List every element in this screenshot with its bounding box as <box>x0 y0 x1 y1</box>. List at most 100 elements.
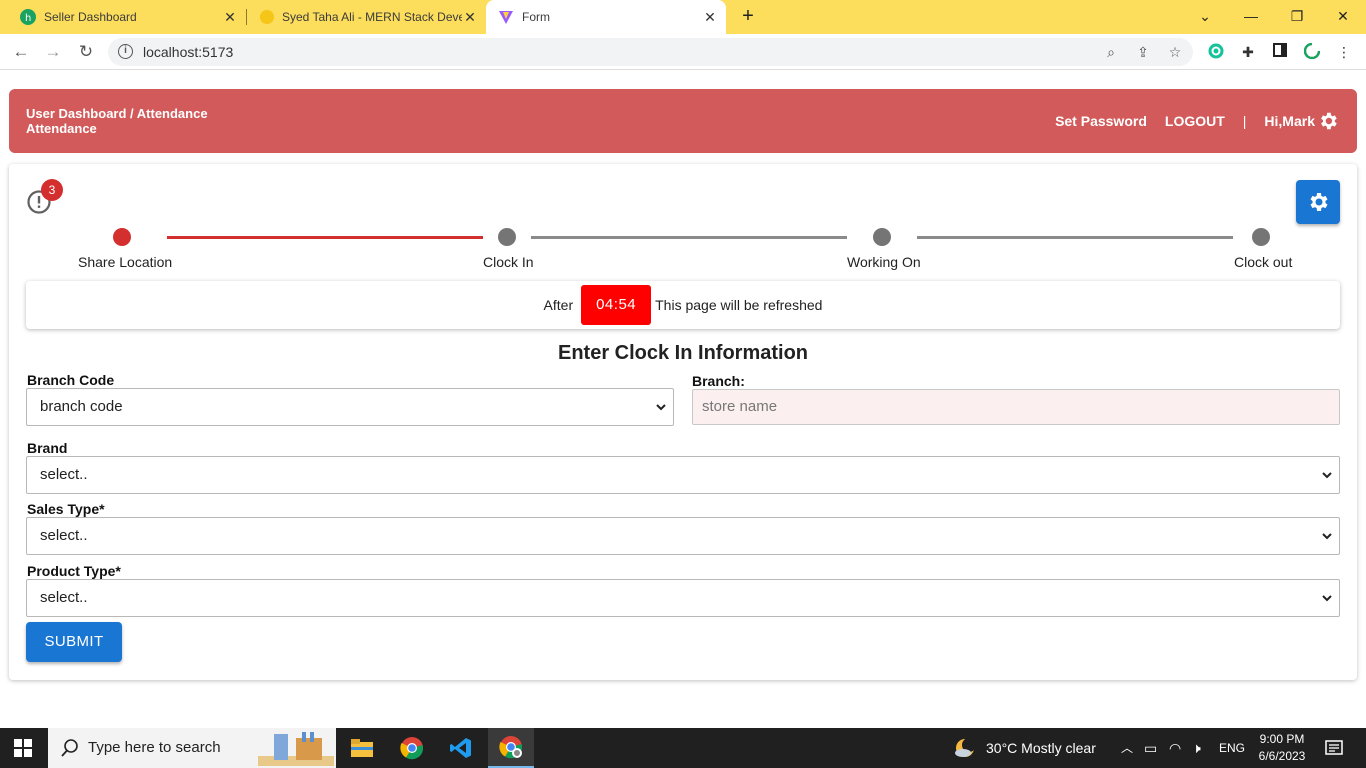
show-hidden-icons-icon[interactable]: ︿ <box>1121 728 1133 768</box>
product-type-select[interactable]: select.. <box>26 579 1340 617</box>
refresh-suffix: This page will be refreshed <box>655 297 823 313</box>
tab-title: Form <box>522 10 550 24</box>
taskbar-search-box[interactable]: Type here to search <box>48 728 336 768</box>
step-label: Share Location <box>78 254 173 270</box>
branch-name-placeholder: store name <box>702 398 778 415</box>
browser-toolbar: ← → ↻ i localhost:5173 ⌕ ⇪ ☆ ✚ ⋮ <box>0 34 1366 70</box>
windows-start-icon[interactable] <box>14 739 32 757</box>
header-actions: Set Password LOGOUT | Hi,Mark <box>1037 110 1339 132</box>
tab-mern-profile[interactable]: Syed Taha Ali - MERN Stack Deve ✕ <box>240 0 486 34</box>
step-dot-share-location <box>113 228 131 246</box>
brand-label: Brand <box>27 440 68 456</box>
clock-time: 9:00 PM <box>1259 732 1305 746</box>
mern-favicon-icon <box>260 10 274 24</box>
minimize-window-button[interactable]: — <box>1239 4 1263 28</box>
chevron-down-icon <box>1322 472 1332 479</box>
notification-badge: 3 <box>41 179 63 201</box>
url-text: localhost:5173 <box>143 44 234 60</box>
app-header: User Dashboard / Attendance Attendance S… <box>9 89 1357 153</box>
chevron-down-icon <box>1322 533 1332 540</box>
tab-search-icon[interactable]: ⌄ <box>1193 4 1217 28</box>
header-divider: | <box>1242 113 1247 129</box>
file-explorer-icon[interactable] <box>339 728 385 768</box>
gear-icon <box>1310 193 1328 211</box>
gear-icon[interactable] <box>1317 110 1339 132</box>
product-type-value: select.. <box>40 589 88 606</box>
refresh-notice: After 04:54 This page will be refreshed <box>26 281 1340 329</box>
share-icon[interactable]: ⇪ <box>1134 43 1152 61</box>
search-placeholder: Type here to search <box>88 739 221 756</box>
notifications-center-icon[interactable] <box>1325 739 1343 757</box>
branch-code-value: branch code <box>40 398 123 415</box>
page-title: Attendance <box>26 121 97 136</box>
step-connector <box>531 236 847 239</box>
step-dot-clock-out <box>1252 228 1270 246</box>
clock-date: 6/6/2023 <box>1258 749 1306 763</box>
chrome-icon[interactable] <box>389 728 435 768</box>
chrome-active-window-icon[interactable] <box>488 728 534 768</box>
close-tab-icon[interactable]: ✕ <box>702 9 718 25</box>
chevron-down-icon <box>1322 595 1332 602</box>
user-greeting[interactable]: Hi,Mark <box>1264 113 1315 129</box>
svg-text:h: h <box>25 13 31 22</box>
submit-button[interactable]: SUBMIT <box>26 622 122 662</box>
address-bar[interactable]: i localhost:5173 ⌕ ⇪ ☆ <box>108 38 1193 66</box>
restore-window-button[interactable]: ❐ <box>1285 4 1309 28</box>
profile-loading-icon[interactable] <box>1303 42 1321 61</box>
seller-favicon-icon: h <box>20 9 36 25</box>
set-password-link[interactable]: Set Password <box>1055 113 1147 129</box>
branch-name-field[interactable]: store name <box>692 389 1340 425</box>
branch-code-select[interactable]: branch code <box>26 388 674 426</box>
volume-muted-icon[interactable]: 🕨 <box>1192 728 1201 768</box>
close-tab-icon[interactable]: ✕ <box>462 9 478 25</box>
vite-favicon-icon <box>498 9 514 25</box>
search-icon <box>61 739 78 757</box>
step-dot-clock-in <box>498 228 516 246</box>
vscode-icon[interactable] <box>438 728 484 768</box>
sales-type-value: select.. <box>40 527 88 544</box>
tab-seller-dashboard[interactable]: h Seller Dashboard ✕ <box>0 0 246 34</box>
attendance-card: 3 Share Location Clock In Working On Clo… <box>9 164 1357 680</box>
site-info-icon[interactable]: i <box>118 44 133 59</box>
step-label: Working On <box>847 254 921 270</box>
side-panel-icon[interactable] <box>1271 43 1289 61</box>
breadcrumb: User Dashboard / Attendance Attendance <box>26 106 208 136</box>
branch-label: Branch: <box>692 373 745 389</box>
tab-title: Syed Taha Ali - MERN Stack Deve <box>282 10 462 24</box>
taskbar-clock[interactable]: 9:00 PM 6/6/2023 <box>1252 731 1312 765</box>
breadcrumb-path[interactable]: User Dashboard / Attendance <box>26 106 208 121</box>
brand-value: select.. <box>40 466 88 483</box>
zoom-icon[interactable]: ⌕ <box>1102 43 1120 61</box>
extensions-puzzle-icon[interactable]: ✚ <box>1239 43 1257 61</box>
close-tab-icon[interactable]: ✕ <box>222 9 238 25</box>
search-highlight-illustration-icon <box>258 732 334 766</box>
new-tab-button[interactable]: + <box>738 6 758 26</box>
branch-code-label: Branch Code <box>27 372 115 388</box>
reload-icon[interactable]: ↻ <box>75 41 97 63</box>
step-connector <box>917 236 1233 239</box>
step-dot-working-on <box>873 228 891 246</box>
forward-arrow-icon[interactable]: → <box>42 41 64 63</box>
weather-text[interactable]: 30°C Mostly clear <box>986 728 1096 768</box>
step-label: Clock out <box>1234 254 1293 270</box>
brand-select[interactable]: select.. <box>26 456 1340 494</box>
refresh-prefix: After <box>543 297 574 313</box>
close-window-button[interactable]: ✕ <box>1331 4 1355 28</box>
countdown-timer: 04:54 <box>581 285 652 325</box>
language-indicator[interactable]: ENG <box>1219 728 1245 768</box>
back-arrow-icon[interactable]: ← <box>10 41 32 63</box>
grammarly-extension-icon[interactable] <box>1207 43 1225 61</box>
step-label: Clock In <box>483 254 534 270</box>
weather-moon-icon[interactable] <box>953 736 977 760</box>
bookmark-star-icon[interactable]: ☆ <box>1166 43 1184 61</box>
sales-type-select[interactable]: select.. <box>26 517 1340 555</box>
logout-link[interactable]: LOGOUT <box>1165 113 1225 129</box>
settings-button[interactable] <box>1296 180 1340 224</box>
tab-form[interactable]: Form ✕ <box>486 0 726 34</box>
tab-title: Seller Dashboard <box>44 10 137 24</box>
step-connector-active <box>167 236 483 239</box>
windows-taskbar: Type here to search 30°C Mostly clear ︿ … <box>0 728 1366 768</box>
browser-menu-icon[interactable]: ⋮ <box>1335 43 1353 61</box>
wifi-icon[interactable]: ◠ <box>1169 728 1181 768</box>
battery-icon[interactable]: ▭ <box>1144 728 1157 768</box>
